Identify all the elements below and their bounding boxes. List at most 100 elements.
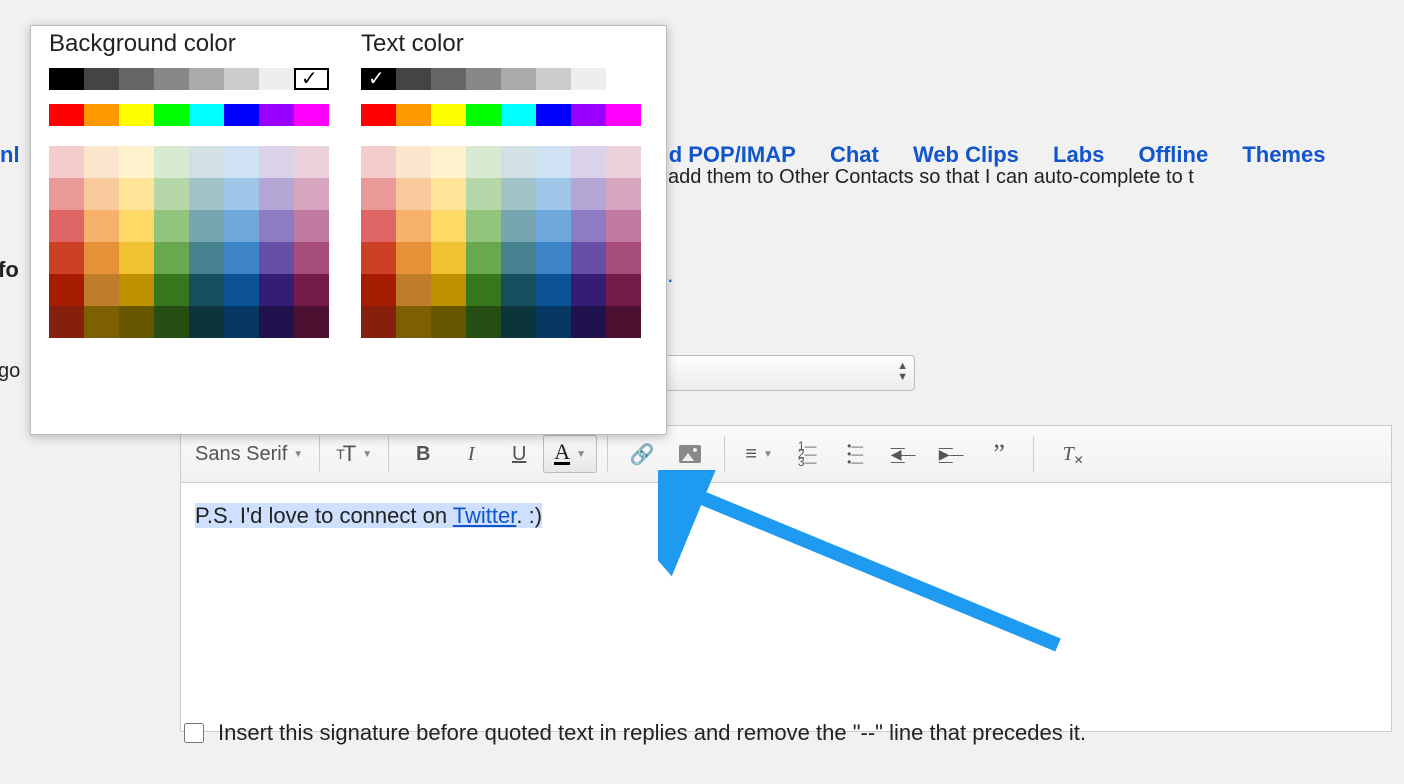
color-swatch[interactable]	[536, 274, 571, 306]
color-swatch[interactable]	[396, 178, 431, 210]
color-swatch[interactable]	[294, 274, 329, 306]
color-swatch[interactable]	[431, 178, 466, 210]
color-swatch[interactable]	[571, 178, 606, 210]
color-swatch[interactable]	[84, 68, 119, 90]
color-swatch[interactable]	[259, 210, 294, 242]
indent-less-button[interactable]: —◀——	[879, 436, 927, 472]
color-swatch[interactable]	[361, 178, 396, 210]
color-swatch[interactable]	[466, 68, 501, 90]
color-swatch[interactable]	[606, 242, 641, 274]
color-swatch[interactable]	[606, 178, 641, 210]
color-swatch[interactable]	[431, 210, 466, 242]
color-swatch[interactable]	[294, 210, 329, 242]
color-swatch[interactable]	[259, 68, 294, 90]
color-swatch[interactable]	[466, 178, 501, 210]
color-swatch[interactable]	[571, 274, 606, 306]
color-swatch[interactable]	[396, 274, 431, 306]
color-swatch[interactable]	[189, 104, 224, 126]
quote-button[interactable]: ”	[975, 436, 1023, 472]
insert-before-quoted-checkbox[interactable]	[184, 723, 204, 743]
color-swatch[interactable]	[49, 104, 84, 126]
color-swatch[interactable]	[431, 306, 466, 338]
tab-general-frag[interactable]: nl	[0, 142, 20, 167]
bulleted-list-button[interactable]: •—•—•—	[831, 436, 879, 472]
color-swatch[interactable]	[189, 274, 224, 306]
color-swatch[interactable]	[119, 104, 154, 126]
color-swatch[interactable]	[501, 210, 536, 242]
color-swatch[interactable]	[606, 274, 641, 306]
color-swatch[interactable]	[84, 242, 119, 274]
color-swatch[interactable]	[294, 146, 329, 178]
color-swatch[interactable]	[501, 146, 536, 178]
color-swatch[interactable]	[49, 306, 84, 338]
color-swatch[interactable]	[571, 68, 606, 90]
color-swatch[interactable]	[84, 274, 119, 306]
color-swatch[interactable]	[189, 146, 224, 178]
color-swatch[interactable]	[501, 242, 536, 274]
color-swatch[interactable]	[294, 306, 329, 338]
color-swatch[interactable]	[119, 306, 154, 338]
tab-labs[interactable]: Labs	[1053, 142, 1104, 167]
italic-button[interactable]: I	[447, 436, 495, 472]
tab-web-clips[interactable]: Web Clips	[913, 142, 1019, 167]
color-swatch[interactable]	[259, 178, 294, 210]
color-swatch[interactable]	[154, 178, 189, 210]
color-swatch[interactable]	[536, 242, 571, 274]
color-swatch[interactable]	[501, 274, 536, 306]
color-swatch[interactable]	[361, 210, 396, 242]
color-swatch[interactable]	[84, 146, 119, 178]
color-swatch[interactable]	[606, 104, 641, 126]
color-swatch[interactable]	[84, 210, 119, 242]
color-swatch[interactable]	[396, 210, 431, 242]
text-color-button[interactable]: A▼	[543, 435, 597, 473]
color-swatch[interactable]	[361, 242, 396, 274]
color-swatch[interactable]	[224, 178, 259, 210]
color-swatch[interactable]	[431, 242, 466, 274]
color-swatch[interactable]	[259, 146, 294, 178]
color-swatch[interactable]	[466, 242, 501, 274]
color-swatch[interactable]	[119, 210, 154, 242]
color-swatch[interactable]	[259, 274, 294, 306]
color-swatch[interactable]	[466, 306, 501, 338]
color-swatch[interactable]	[466, 274, 501, 306]
color-swatch[interactable]	[466, 104, 501, 126]
color-swatch[interactable]	[154, 146, 189, 178]
color-swatch[interactable]	[224, 146, 259, 178]
color-swatch[interactable]	[536, 104, 571, 126]
color-swatch[interactable]	[49, 68, 84, 90]
tab-chat[interactable]: Chat	[830, 142, 879, 167]
color-swatch[interactable]	[431, 104, 466, 126]
color-swatch[interactable]	[571, 146, 606, 178]
tab-pop-imap[interactable]: d POP/IMAP	[669, 142, 796, 167]
color-swatch[interactable]	[294, 178, 329, 210]
color-swatch[interactable]	[466, 146, 501, 178]
color-swatch[interactable]	[396, 242, 431, 274]
color-swatch[interactable]	[49, 242, 84, 274]
color-swatch[interactable]	[294, 104, 329, 126]
color-swatch[interactable]	[501, 178, 536, 210]
color-swatch[interactable]	[571, 210, 606, 242]
color-swatch[interactable]	[431, 68, 466, 90]
color-swatch[interactable]	[396, 104, 431, 126]
color-swatch[interactable]	[606, 306, 641, 338]
color-swatch[interactable]	[536, 210, 571, 242]
color-swatch[interactable]	[294, 242, 329, 274]
color-swatch[interactable]	[154, 68, 189, 90]
color-swatch[interactable]	[396, 146, 431, 178]
color-swatch[interactable]	[189, 242, 224, 274]
color-swatch[interactable]	[431, 274, 466, 306]
color-swatch[interactable]	[119, 146, 154, 178]
color-swatch[interactable]	[84, 178, 119, 210]
font-size-button[interactable]: TT▼	[330, 436, 378, 472]
color-swatch[interactable]	[49, 274, 84, 306]
color-swatch[interactable]	[361, 146, 396, 178]
color-swatch[interactable]	[431, 146, 466, 178]
insert-image-button[interactable]	[666, 436, 714, 472]
color-swatch[interactable]	[259, 242, 294, 274]
indent-more-button[interactable]: —▶——	[927, 436, 975, 472]
insert-link-button[interactable]: 🔗	[618, 436, 666, 472]
color-swatch[interactable]	[189, 306, 224, 338]
signature-textarea[interactable]: P.S. I'd love to connect on Twitter. :)	[181, 483, 1391, 731]
color-swatch[interactable]	[259, 306, 294, 338]
color-swatch[interactable]	[224, 242, 259, 274]
